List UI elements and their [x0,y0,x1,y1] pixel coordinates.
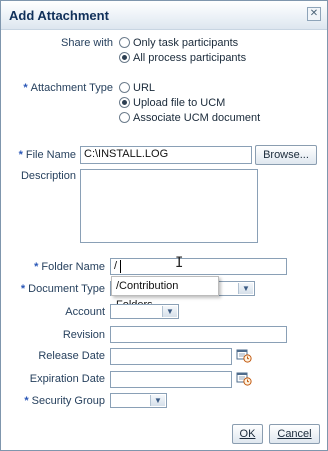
release-date-input[interactable] [110,348,232,365]
radio-associate-ucm-document[interactable] [119,112,130,123]
option-upload-file-to-ucm-label: Upload file to UCM [133,97,226,109]
required-marker: * [24,395,29,407]
folder-name-label-text: Folder Name [41,261,105,273]
ok-button-label: OK [239,428,256,440]
ibeam-cursor-icon: I [175,255,184,271]
calendar-icon[interactable] [236,370,252,386]
folder-name-label: * Folder Name [1,261,105,273]
option-all-process-participants-label: All process participants [133,52,247,64]
file-name-label-text: File Name [25,149,76,161]
security-group-label-text: Security Group [31,395,105,407]
cancel-button-label: Cancel [277,428,312,440]
radio-url[interactable] [119,82,130,93]
radio-upload-file-to-ucm[interactable] [119,97,130,108]
document-type-label: * Document Type [1,283,105,295]
chevron-down-icon[interactable]: ▼ [150,395,165,406]
required-marker: * [18,149,23,161]
option-associate-ucm-document-label: Associate UCM document [133,112,261,124]
required-marker: * [20,283,26,295]
revision-label: Revision [62,329,105,341]
add-attachment-dialog: Add Attachment ✕ Share with Only task pa… [0,0,328,451]
option-url-label: URL [133,82,156,94]
description-textarea[interactable] [80,169,258,243]
radio-only-task-participants[interactable] [119,37,130,48]
dialog-title: Add Attachment [9,8,109,23]
revision-input[interactable] [110,326,287,343]
required-marker: * [34,261,39,273]
close-icon[interactable]: ✕ [307,7,321,21]
attachment-type-label: * Attachment Type [1,82,113,94]
security-group-label: * Security Group [1,395,105,407]
folder-suggestion-popup[interactable]: /Contribution Folders [111,276,219,311]
option-only-task-participants-label: Only task participants [133,37,239,49]
account-label: Account [65,306,105,318]
folder-name-input[interactable]: / [110,258,287,275]
document-type-label-text: Document Type [28,283,105,295]
security-group-select[interactable]: ▼ [110,393,167,408]
share-with-label: Share with [61,37,113,49]
expiration-date-label: Expiration Date [29,373,105,385]
expiration-date-input[interactable] [110,371,232,388]
text-caret [120,260,121,273]
description-label: Description [20,170,76,182]
browse-button[interactable]: Browse... [255,145,317,165]
chevron-down-icon[interactable]: ▼ [238,283,253,294]
file-name-label: * File Name [1,149,76,161]
dialog-titlebar[interactable]: Add Attachment ✕ [1,1,327,30]
attachment-type-label-text: Attachment Type [30,82,113,94]
ok-button[interactable]: OK [232,424,263,444]
cancel-button[interactable]: Cancel [269,424,320,444]
file-name-input[interactable]: C:\INSTALL.LOG [80,146,252,164]
required-marker: * [23,82,28,94]
calendar-icon[interactable] [236,347,252,363]
release-date-label: Release Date [38,350,105,362]
radio-all-process-participants[interactable] [119,52,130,63]
account-select[interactable]: ▼ [110,304,179,319]
chevron-down-icon[interactable]: ▼ [162,306,177,317]
